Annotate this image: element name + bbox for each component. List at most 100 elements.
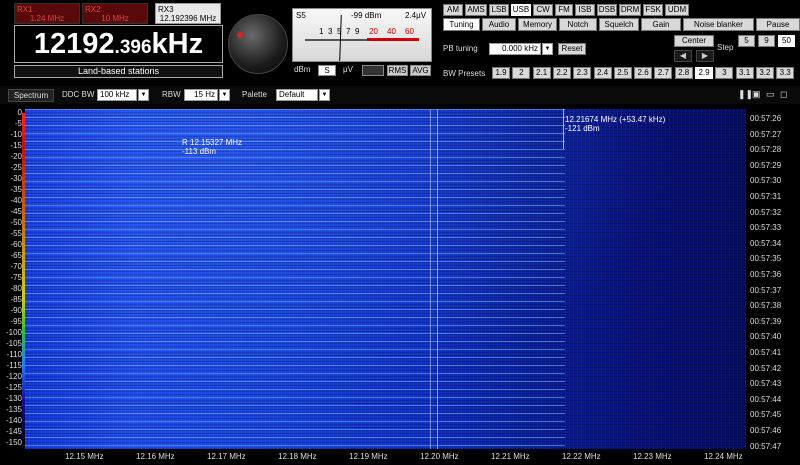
meter-spacer-button[interactable]	[362, 65, 384, 76]
tab-tuning[interactable]: Tuning	[443, 18, 480, 31]
bw-preset-2-7[interactable]: 2.7	[654, 67, 673, 79]
pb-tuning-label: PB tuning	[443, 44, 478, 53]
frequency-scale[interactable]: 12.15 MHz 12.16 MHz 12.17 MHz 12.18 MHz 12.1…	[25, 450, 746, 465]
ddc-bw-dropdown[interactable]: ▼	[138, 89, 149, 101]
marker-2-level: -121 dBm	[565, 124, 600, 133]
pause-icon[interactable]: ❚❚	[738, 89, 753, 100]
frequency-display[interactable]: 12192.396kHz	[14, 25, 223, 63]
bw-preset-1-9[interactable]: 1.9	[492, 67, 510, 79]
uv-unit-label: μV	[343, 65, 353, 74]
rbw-label: RBW	[162, 90, 181, 99]
bw-preset-2[interactable]: 2	[512, 67, 531, 79]
mode-button-usb[interactable]: USB	[511, 4, 531, 16]
mode-button-am[interactable]: AM	[443, 4, 463, 16]
bw-preset-2-9[interactable]: 2.9	[695, 67, 713, 79]
bw-preset-3-1[interactable]: 3.1	[735, 67, 754, 79]
frequency-tick-label: 12.21 MHz	[491, 452, 530, 461]
bw-preset-2-8[interactable]: 2.8	[674, 67, 693, 79]
rx1-tab[interactable]: RX1 1.24 MHz	[14, 3, 80, 24]
waterfall-signal-lines	[25, 109, 565, 449]
tab-audio[interactable]: Audio	[482, 18, 516, 31]
center-button[interactable]: Center	[674, 35, 714, 47]
level-tick-label: -85	[10, 295, 22, 304]
rms-button[interactable]: RMS	[387, 65, 408, 76]
tab-memory[interactable]: Memory	[518, 18, 557, 31]
tune-right-button[interactable]: ▶	[696, 50, 714, 62]
tune-left-button[interactable]: ◀	[674, 50, 692, 62]
bw-preset-2-5[interactable]: 2.5	[613, 67, 632, 79]
level-tick-label: -140	[5, 416, 22, 425]
rx3-tab[interactable]: RX3 12.192396 MHz	[155, 3, 221, 24]
pb-tuning-input[interactable]: 0.000 kHz	[489, 43, 541, 55]
bw-preset-2-2[interactable]: 2.2	[552, 67, 571, 79]
level-tick-label: -125	[5, 383, 22, 392]
tab-gain[interactable]: Gain	[641, 18, 681, 31]
rbw-select[interactable]: 15 Hz	[184, 89, 218, 101]
time-tick-label: 00:57:31	[750, 192, 782, 201]
signal-trace-a	[430, 109, 431, 449]
time-tick-label: 00:57:37	[750, 285, 782, 295]
band-label: Land-based stations	[14, 65, 223, 78]
mode-button-ams[interactable]: AMS	[465, 4, 487, 16]
mode-button-fm[interactable]: FM	[555, 4, 573, 16]
time-tick-label: 00:57:46	[750, 426, 782, 435]
bw-preset-2-3[interactable]: 2.3	[573, 67, 592, 79]
marker-line	[563, 109, 564, 149]
time-tick-label: 00:57:39	[750, 316, 782, 326]
tab-pause[interactable]: Pause	[756, 18, 800, 31]
bw-preset-2-1[interactable]: 2.1	[532, 67, 551, 79]
dbm-unit-label: dBm	[294, 65, 311, 74]
level-tick-label: -45	[10, 207, 22, 216]
palette-dropdown[interactable]: ▼	[319, 89, 330, 101]
scale-40: 40	[387, 27, 396, 36]
bw-preset-3-3[interactable]: 3.3	[776, 67, 795, 79]
spectrum-button[interactable]: Spectrum	[8, 89, 54, 102]
close-icon[interactable]: ◻	[780, 89, 787, 100]
level-tick-label: -15	[10, 141, 22, 150]
level-tick-label: -90	[10, 306, 22, 315]
marker-2-readout: 12.21674 MHz (+53.47 kHz) -121 dBm	[565, 115, 665, 133]
mode-button-lsb[interactable]: LSB	[489, 4, 509, 16]
avg-button[interactable]: AVG	[410, 65, 431, 76]
scale-arc-red	[367, 38, 419, 41]
mode-button-drm[interactable]: DRM	[619, 4, 641, 16]
reset-button[interactable]: Reset	[558, 43, 586, 55]
palette-select[interactable]: Default	[276, 89, 318, 101]
mode-button-dsb[interactable]: DSB	[597, 4, 617, 16]
waterfall-display[interactable]: R 12.15327 MHz -113 dBm 12.21674 MHz (+5…	[25, 109, 746, 449]
bw-preset-3-2[interactable]: 3.2	[755, 67, 774, 79]
rbw-dropdown[interactable]: ▼	[219, 89, 230, 101]
level-tick-label: -55	[10, 229, 22, 238]
pb-tuning-dropdown[interactable]: ▼	[542, 43, 553, 55]
time-tick-label: 00:57:33	[750, 223, 782, 233]
mode-button-isb[interactable]: ISB	[575, 4, 595, 16]
level-tick-label: -50	[10, 218, 22, 227]
scale-20: 20	[369, 27, 378, 36]
marker-1-readout: R 12.15327 MHz -113 dBm	[182, 138, 242, 156]
bw-presets-label: BW Presets	[443, 69, 486, 78]
tab-squelch[interactable]: Squelch	[599, 18, 639, 31]
save-icon[interactable]: ▣	[752, 89, 761, 100]
tab-notch[interactable]: Notch	[559, 18, 597, 31]
step-label: Step	[717, 43, 734, 52]
time-scale: 00:57:26 00:57:27 00:57:28 00:57:29 00:57:30…	[746, 109, 800, 451]
tab-noise-blanker[interactable]: Noise blanker	[683, 18, 754, 31]
mode-button-udm[interactable]: UDM	[665, 4, 689, 16]
step-button-5[interactable]: 5	[738, 35, 755, 47]
scale-7: 7	[346, 27, 351, 36]
s-unit-button[interactable]: S	[318, 65, 336, 76]
mode-button-cw[interactable]: CW	[533, 4, 553, 16]
step-button-9[interactable]: 9	[758, 35, 775, 47]
marker-2-freq: 12.21674 MHz (+53.47 kHz)	[565, 115, 666, 124]
bw-preset-2-6[interactable]: 2.6	[634, 67, 653, 79]
rx2-tab[interactable]: RX2 10 MHz	[82, 3, 148, 24]
mode-button-fsk[interactable]: FSK	[643, 4, 663, 16]
bw-preset-3[interactable]: 3	[715, 67, 734, 79]
ddc-bw-select[interactable]: 100 kHz	[97, 89, 137, 101]
tuning-knob[interactable]	[228, 14, 288, 74]
bw-preset-2-4[interactable]: 2.4	[593, 67, 612, 79]
step-button-50[interactable]: 50	[778, 35, 795, 47]
time-tick-label: 00:57:38	[750, 301, 782, 311]
frequency-tick-label: 12.16 MHz	[136, 452, 175, 461]
window-icon[interactable]: ▭	[766, 89, 775, 100]
